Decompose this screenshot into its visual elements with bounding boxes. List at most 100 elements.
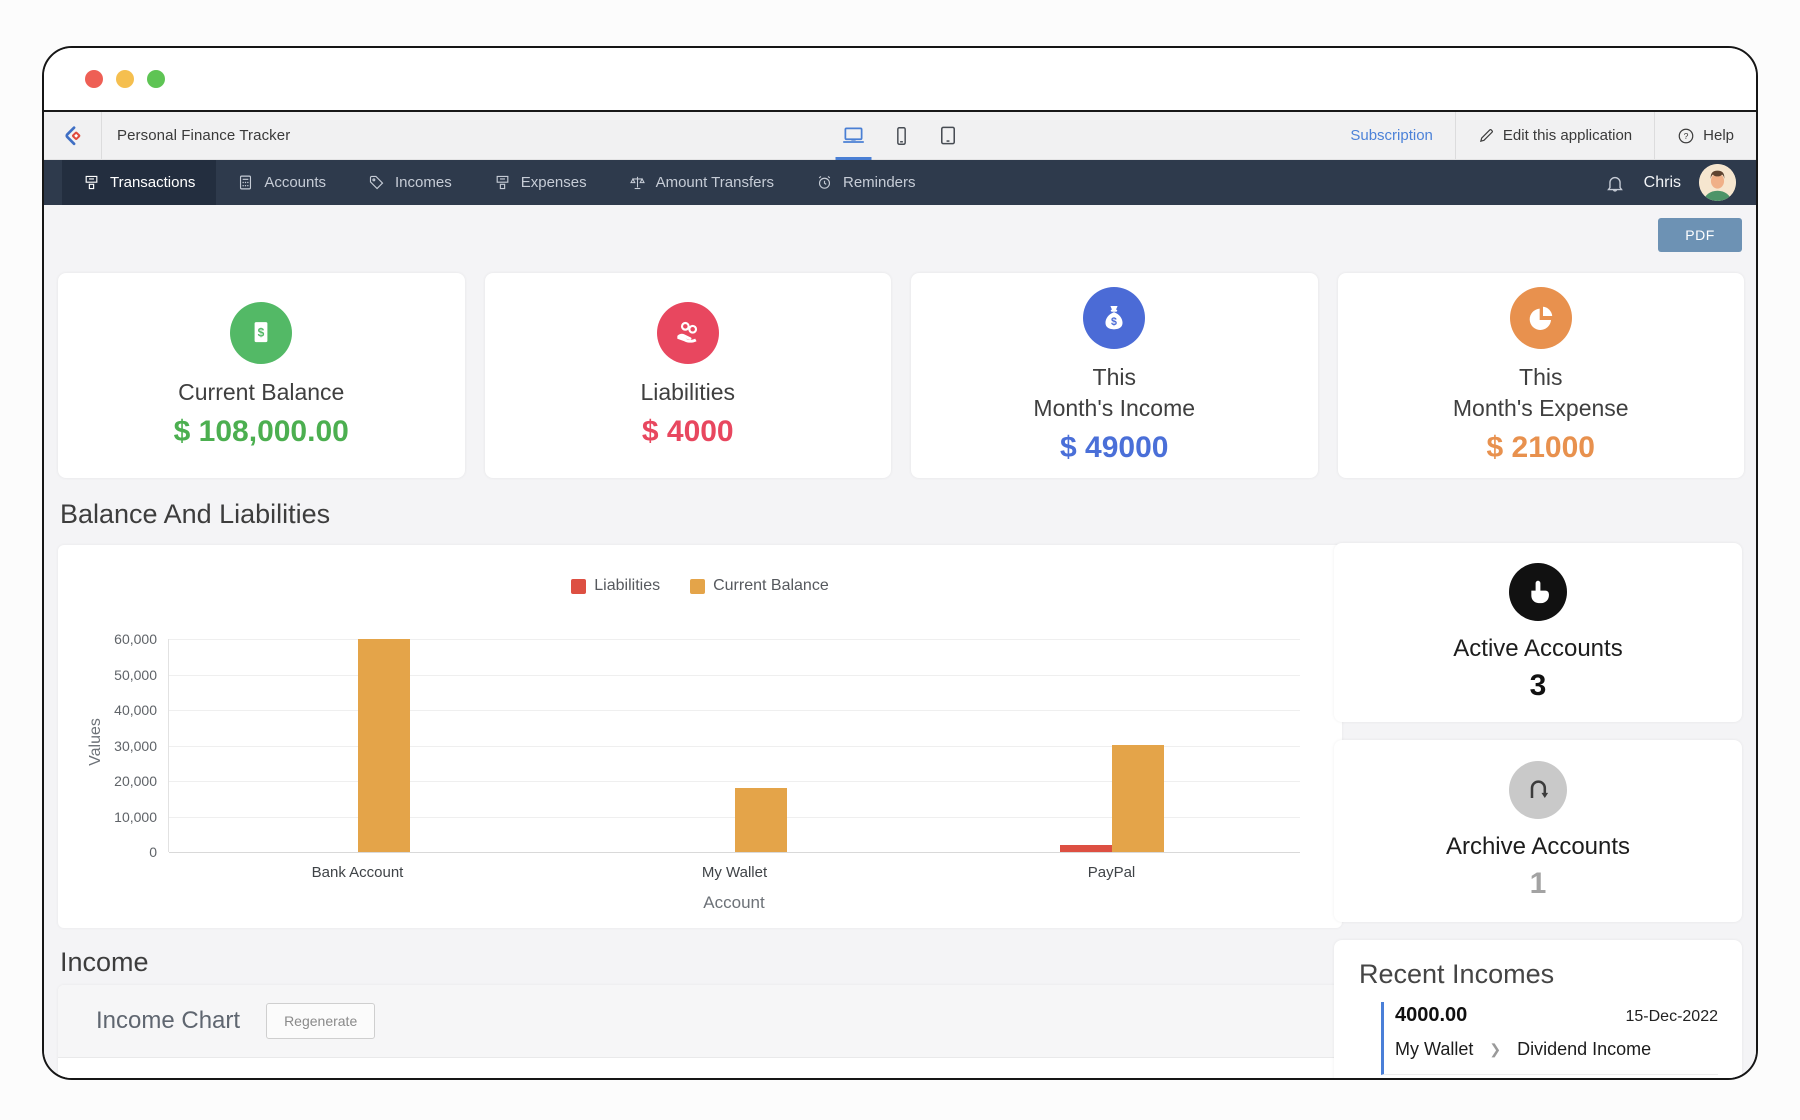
incomes-icon — [368, 174, 385, 191]
svg-text:?: ? — [1684, 131, 1689, 141]
svg-text:$: $ — [258, 326, 265, 340]
x-category-label: PayPal — [923, 864, 1300, 881]
stat-label: Liabilities — [640, 377, 735, 408]
gridline — [169, 710, 1300, 711]
maximize-button[interactable] — [147, 70, 165, 88]
income-chart-title: Income Chart — [96, 1007, 240, 1035]
chart-plot: 60,00050,00040,00030,00020,00010,0000Ban… — [168, 639, 1300, 852]
help-icon: ? — [1677, 127, 1695, 145]
balance-section-title: Balance And Liabilities — [60, 499, 330, 530]
recent-income-entry[interactable]: 4000.00 15-Dec-2022 My Wallet ❯ Dividend… — [1381, 1002, 1718, 1075]
dollar-note-icon: $ — [230, 302, 292, 364]
avatar-illustration — [1699, 164, 1736, 201]
app-header: Personal Finance Tracker Subscription — [44, 112, 1756, 160]
month-expense-card: This Month's Expense $ 21000 — [1338, 273, 1745, 478]
income-chart-card: Income Chart Regenerate — [58, 985, 1342, 1080]
tab-label: Incomes — [395, 174, 452, 191]
active-accounts-label: Active Accounts — [1453, 635, 1622, 663]
bar-liabilities-paypal — [1060, 845, 1112, 852]
phone-view-button[interactable] — [891, 112, 913, 159]
legend-item-liabilities[interactable]: Liabilities — [571, 577, 660, 595]
x-category-label: Bank Account — [169, 864, 546, 881]
stat-cards-row: $ Current Balance $ 108,000.00 Liabiliti… — [58, 273, 1744, 478]
pdf-export-button[interactable]: PDF — [1658, 218, 1742, 252]
gridline — [169, 852, 1300, 853]
laptop-icon — [841, 123, 867, 149]
notifications-bell-icon[interactable] — [1604, 172, 1626, 194]
phone-icon — [891, 125, 913, 147]
header-actions: Subscription Edit this application ? Hel… — [1328, 112, 1756, 159]
reminders-icon — [816, 174, 833, 191]
current-balance-swatch — [690, 579, 705, 594]
money-bag-icon: $ — [1083, 287, 1145, 349]
y-tick-label: 40,000 — [83, 702, 157, 718]
tab-expenses[interactable]: Expenses — [473, 160, 608, 205]
y-tick-label: 20,000 — [83, 773, 157, 789]
user-name: Chris — [1644, 174, 1681, 192]
income-account: My Wallet — [1395, 1039, 1473, 1060]
archive-accounts-count: 1 — [1530, 867, 1547, 901]
current-balance-card: $ Current Balance $ 108,000.00 — [58, 273, 465, 478]
tab-accounts[interactable]: Accounts — [216, 160, 347, 205]
pie-chart-icon — [1510, 287, 1572, 349]
subscription-link[interactable]: Subscription — [1328, 112, 1455, 159]
stat-value: $ 21000 — [1487, 431, 1595, 465]
x-axis-title: Account — [168, 893, 1300, 913]
tab-label: Transactions — [110, 174, 195, 191]
help-label: Help — [1703, 127, 1734, 144]
dashboard-content: PDF $ Current Balance $ 108,000.00 — [44, 205, 1756, 1080]
stat-label: Month's Income — [1033, 393, 1195, 424]
expenses-icon — [494, 174, 511, 191]
y-tick-label: 30,000 — [83, 738, 157, 754]
tab-transactions[interactable]: Transactions — [62, 160, 216, 205]
minimize-button[interactable] — [116, 70, 134, 88]
creator-logo-icon — [60, 123, 85, 148]
laptop-view-button[interactable] — [841, 112, 867, 159]
tab-label: Amount Transfers — [656, 174, 774, 191]
stat-label: Month's Expense — [1453, 393, 1629, 424]
y-tick-label: 60,000 — [83, 631, 157, 647]
user-avatar[interactable] — [1699, 164, 1736, 201]
tab-amount-transfers[interactable]: Amount Transfers — [608, 160, 795, 205]
y-tick-label: 0 — [83, 844, 157, 860]
hand-coins-icon — [657, 302, 719, 364]
device-preview-switcher — [841, 112, 960, 159]
legend-label: Current Balance — [713, 577, 829, 595]
bar-current-balance-my-wallet — [735, 788, 787, 852]
transactions-icon — [83, 174, 100, 191]
tab-label: Reminders — [843, 174, 916, 191]
creator-logo[interactable] — [44, 112, 101, 159]
bar-current-balance-paypal — [1112, 745, 1164, 852]
chevron-right-icon: ❯ — [1489, 1041, 1501, 1058]
stat-value: $ 4000 — [642, 415, 734, 449]
stat-label: This — [1519, 362, 1562, 393]
tab-incomes[interactable]: Incomes — [347, 160, 473, 205]
stat-label: Current Balance — [178, 377, 344, 408]
income-amount: 4000.00 — [1395, 1004, 1467, 1027]
edit-application-label: Edit this application — [1503, 127, 1632, 144]
active-accounts-hand-icon — [1509, 563, 1567, 621]
legend-item-current-balance[interactable]: Current Balance — [690, 577, 829, 595]
close-button[interactable] — [85, 70, 103, 88]
balance-chart-card: Liabilities Current Balance Values 60,00… — [58, 545, 1342, 928]
income-chart-header: Income Chart Regenerate — [58, 985, 1342, 1058]
liabilities-card: Liabilities $ 4000 — [485, 273, 892, 478]
help-button[interactable]: ? Help — [1655, 112, 1756, 159]
edit-application-button[interactable]: Edit this application — [1456, 112, 1654, 159]
stat-value: $ 108,000.00 — [174, 415, 349, 449]
amount-transfers-icon — [629, 174, 646, 191]
accounts-icon — [237, 174, 254, 191]
gridline — [169, 675, 1300, 676]
regenerate-button[interactable]: Regenerate — [266, 1003, 375, 1039]
stat-value: $ 49000 — [1060, 431, 1168, 465]
tab-reminders[interactable]: Reminders — [795, 160, 937, 205]
income-section-title: Income — [60, 947, 149, 978]
main-nav: Transactions Accounts Incomes Expenses — [44, 160, 1756, 205]
tablet-view-button[interactable] — [937, 112, 960, 159]
archive-accounts-label: Archive Accounts — [1446, 833, 1630, 861]
recent-incomes-card: Recent Incomes 4000.00 15-Dec-2022 My Wa… — [1334, 940, 1742, 1080]
month-income-card: $ This Month's Income $ 49000 — [911, 273, 1318, 478]
bar-current-balance-bank-account — [358, 639, 410, 852]
active-accounts-count: 3 — [1530, 669, 1547, 703]
active-accounts-card: Active Accounts 3 — [1334, 543, 1742, 722]
